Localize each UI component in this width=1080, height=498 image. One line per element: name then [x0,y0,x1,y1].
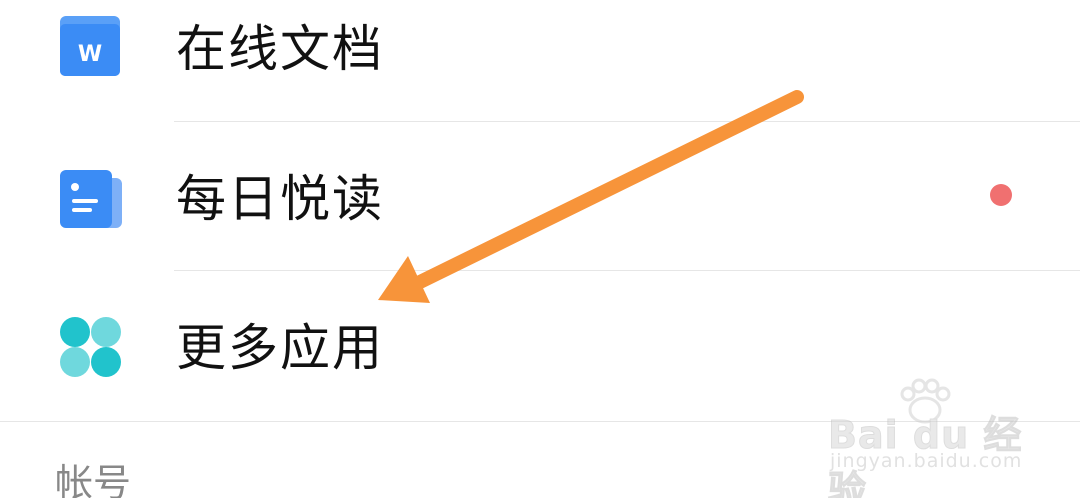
more-apps-icon [60,316,122,382]
settings-page: W 在线文档 每日悦读 更多应用 帐号 Bai du 经验 jingyan.ba… [0,0,1080,498]
menu-item-label: 每日悦读 [176,170,384,228]
watermark-domain: jingyan.baidu.com [830,450,1023,472]
daily-reading-icon [60,170,124,234]
account-section-header: 帐号 [55,461,132,498]
notification-badge [990,184,1012,206]
online-doc-icon: W [60,16,120,82]
menu-item-label: 在线文档 [176,20,384,78]
baidu-watermark: Bai du 经验 jingyan.baidu.com [828,378,1028,498]
svg-text:W: W [78,42,102,67]
menu-item-label: 更多应用 [176,319,384,377]
menu-item-daily-reading[interactable]: 每日悦读 [0,122,1080,272]
